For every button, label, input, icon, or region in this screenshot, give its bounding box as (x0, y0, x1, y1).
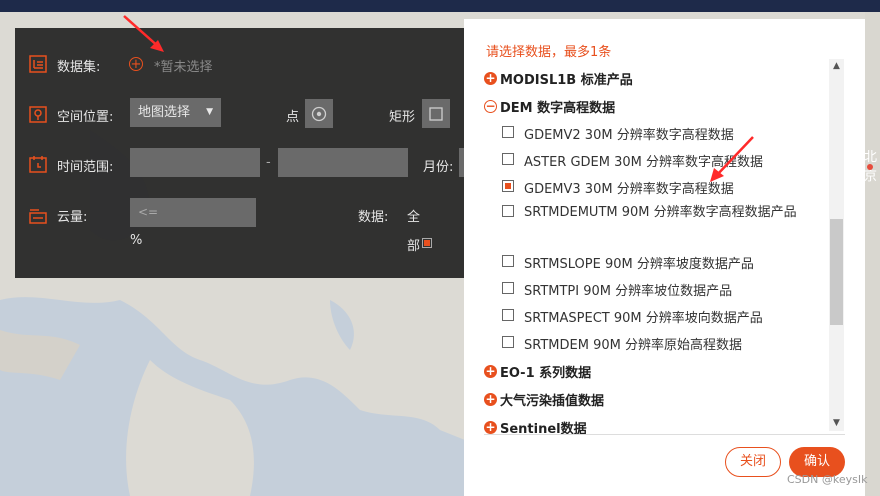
location-label: 空间位置: (57, 110, 114, 125)
point-label: 点 (286, 110, 300, 125)
rectangle-icon (429, 106, 443, 121)
chevron-down-icon: ▼ (206, 107, 213, 117)
tree-scrollbar[interactable]: ▲ ▼ (829, 59, 844, 431)
dataset-icon (29, 55, 47, 73)
expand-icon[interactable]: + (484, 393, 497, 406)
checkbox[interactable] (502, 282, 514, 294)
month-label: 月份: (423, 160, 454, 175)
list-item-srtmdemutm[interactable]: SRTMDEMUTM 90M 分辨率数字高程数据产品 (498, 203, 798, 223)
expand-icon[interactable]: + (484, 421, 497, 434)
rectangle-label: 矩形 (389, 110, 416, 125)
group-label: DEM 数字高程数据 (500, 101, 616, 116)
point-tool-button[interactable] (305, 99, 333, 128)
group-label: 大气污染插值数据 (500, 394, 605, 409)
list-item-gdemv3[interactable]: GDEMV3 30M 分辨率数字高程数据 (502, 178, 734, 197)
scroll-up-icon[interactable]: ▲ (829, 59, 844, 74)
group-air-pollution[interactable]: + 大气污染插值数据 (484, 390, 604, 409)
item-label: SRTMDEM 90M 分辨率原始高程数据 (524, 338, 742, 353)
data-selection-dialog: 请选择数据，最多1条 + MODISL1B 标准产品 − DEM 数字高程数据 … (464, 19, 865, 496)
calendar-icon (29, 155, 47, 173)
group-dem[interactable]: − DEM 数字高程数据 (484, 97, 615, 116)
close-button[interactable]: 关闭 (725, 447, 781, 477)
list-item-gdemv2[interactable]: GDEMV2 30M 分辨率数字高程数据 (502, 124, 734, 143)
collapse-icon[interactable]: − (484, 100, 497, 113)
dataset-placeholder[interactable]: *暂未选择 (154, 56, 213, 75)
add-dataset-icon[interactable]: + (129, 57, 143, 71)
scroll-down-icon[interactable]: ▼ (829, 416, 844, 431)
list-item-srtmdem[interactable]: SRTMDEM 90M 分辨率原始高程数据 (502, 334, 742, 353)
group-label: MODISL1B 标准产品 (500, 73, 633, 88)
scrollbar-thumb[interactable] (830, 219, 843, 325)
item-label: SRTMASPECT 90M 分辨率坡向数据产品 (524, 311, 763, 326)
dialog-divider (484, 434, 845, 435)
annotation-arrow-gdemv3 (710, 136, 754, 182)
end-date-input[interactable] (278, 148, 408, 177)
list-item-srtmslope[interactable]: SRTMSLOPE 90M 分辨率坡度数据产品 (502, 253, 754, 272)
expand-icon[interactable]: + (484, 72, 497, 85)
dataset-tree: + MODISL1B 标准产品 − DEM 数字高程数据 GDEMV2 30M … (484, 67, 829, 439)
group-eo1[interactable]: + EO-1 系列数据 (484, 362, 591, 381)
dataset-label: 数据集: (57, 60, 101, 75)
time-separator: - (266, 155, 271, 170)
dialog-title: 请选择数据，最多1条 (486, 45, 612, 60)
search-filter-panel: 数据集: + *暂未选择 空间位置: 地图选择 ▼ 点 矩形 时间范围: - 月… (15, 28, 470, 278)
location-select[interactable]: 地图选择 ▼ (130, 98, 221, 127)
all-label-line1: 全 (407, 210, 421, 225)
start-date-input[interactable] (130, 148, 260, 177)
time-range-label: 时间范围: (57, 160, 114, 175)
checkbox-checked[interactable] (502, 180, 514, 192)
cloud-unit: % (130, 233, 143, 248)
location-select-value: 地图选择 (138, 105, 191, 120)
cloud-icon (29, 206, 47, 224)
rectangle-tool-button[interactable] (422, 99, 450, 128)
app-top-bar (0, 0, 880, 12)
cloud-input[interactable]: <= (130, 198, 256, 227)
expand-icon[interactable]: + (484, 365, 497, 378)
checkbox[interactable] (502, 255, 514, 267)
all-checkbox[interactable] (422, 238, 432, 248)
map-marker (867, 164, 873, 170)
group-modisl1b[interactable]: + MODISL1B 标准产品 (484, 69, 633, 88)
location-icon (29, 105, 47, 123)
item-label: SRTMSLOPE 90M 分辨率坡度数据产品 (524, 257, 754, 272)
checkbox[interactable] (502, 336, 514, 348)
item-label: SRTMTPI 90M 分辨率坡位数据产品 (524, 284, 733, 299)
watermark: CSDN @keysIk (787, 473, 868, 486)
group-label: EO-1 系列数据 (500, 366, 592, 381)
cloud-label: 云量: (57, 210, 88, 225)
cloud-input-placeholder: <= (138, 205, 159, 219)
checkbox[interactable] (502, 126, 514, 138)
annotation-arrow-dataset (123, 15, 164, 52)
point-icon (311, 106, 327, 121)
all-label-line2: 部 (407, 239, 421, 254)
list-item-srtmaspect[interactable]: SRTMASPECT 90M 分辨率坡向数据产品 (502, 307, 763, 326)
checkbox[interactable] (502, 205, 514, 217)
data-label: 数据: (358, 210, 389, 225)
list-item-srtmtpi[interactable]: SRTMTPI 90M 分辨率坡位数据产品 (502, 280, 732, 299)
item-label: SRTMDEMUTM 90M 分辨率数字高程数据产品 (524, 205, 797, 220)
checkbox[interactable] (502, 309, 514, 321)
checkbox[interactable] (502, 153, 514, 165)
